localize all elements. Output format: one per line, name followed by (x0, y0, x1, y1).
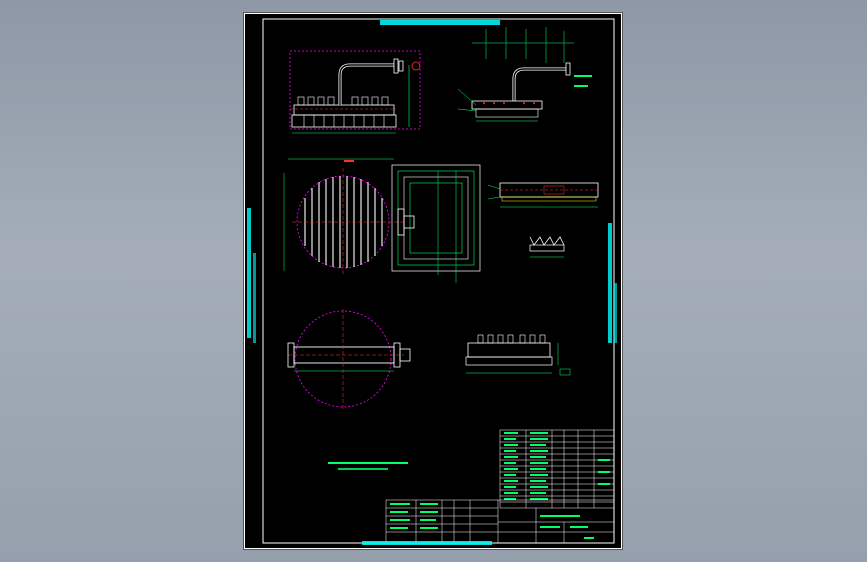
bottom-front-view (287, 309, 411, 409)
technical-notes (328, 462, 408, 470)
top-note (380, 20, 500, 25)
right-note-1 (608, 223, 612, 343)
left-note-2 (253, 253, 256, 343)
title-block-text (390, 503, 594, 539)
right-note-2 (614, 283, 617, 343)
drawing-frame (262, 18, 615, 544)
cad-viewer-canvas[interactable] (0, 0, 867, 562)
side-elevation (457, 27, 592, 122)
sheet-border (244, 13, 622, 549)
detail-a (529, 236, 565, 258)
drawing-sheet (244, 13, 622, 549)
front-elevation (289, 50, 421, 134)
section-view (487, 182, 599, 208)
plan-view (283, 158, 481, 283)
drawing-svg (244, 13, 622, 549)
bottom-note (362, 541, 492, 545)
left-note-1 (247, 208, 251, 338)
detail-b (465, 334, 571, 376)
